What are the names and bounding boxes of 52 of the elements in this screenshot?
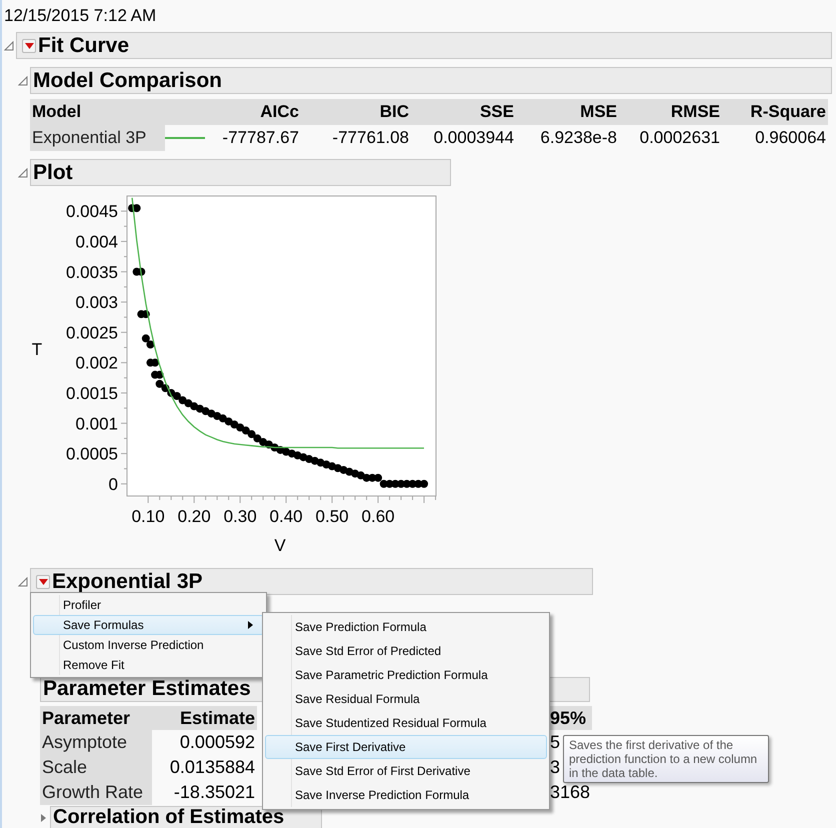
column-header: 95% (548, 706, 592, 730)
section-title: Parameter Estimates (43, 678, 251, 701)
axis-tick-label: 0.60 (362, 507, 395, 526)
section-title: Model Comparison (33, 68, 222, 92)
table-cell: 6.9238e-8 (516, 125, 619, 151)
axis-tick-label: 0.004 (75, 232, 118, 252)
axis-title: T (32, 340, 42, 359)
table-cell: -77761.08 (301, 125, 411, 151)
axis-tick-label: 0.30 (224, 507, 257, 526)
axis-tick-label: 0 (108, 474, 118, 494)
table-cell: 0.0135884 (152, 755, 257, 780)
column-header: BIC (301, 99, 411, 125)
table-cell: 0.0002631 (619, 125, 722, 151)
column-header: MSE (516, 99, 619, 125)
table-cell: 5 (550, 732, 560, 752)
axis-tick-label: 0.0015 (66, 384, 118, 403)
column-header: Estimate (152, 706, 257, 730)
table-cell: Growth Rate (40, 780, 152, 805)
axis-tick-label: 0.0025 (66, 323, 118, 342)
table-cell: 3 (550, 757, 560, 777)
axis-tick-label: 0.10 (132, 507, 165, 526)
axis-title: V (274, 536, 286, 554)
section-title: Correlation of Estimates (53, 807, 284, 828)
axis-tick-label: 0.003 (75, 293, 118, 312)
table-cell: Scale (40, 755, 152, 780)
column-header: RMSE (619, 99, 722, 125)
table-cell: 0.0003944 (411, 125, 516, 151)
axis-tick-label: 0.002 (75, 354, 118, 373)
section-title: Plot (33, 160, 73, 184)
column-header: SSE (411, 99, 516, 125)
table-cell: 0.960064 (722, 125, 828, 151)
timestamp: 12/15/2015 7:12 AM (3, 5, 158, 27)
table-cell: -18.35021 (152, 780, 257, 805)
section-title: Fit Curve (38, 34, 130, 58)
axis-tick-label: 0.50 (316, 507, 349, 526)
table-cell: Exponential 3P (30, 125, 165, 151)
section-title: Exponential 3P (52, 570, 203, 594)
column-header: AICc (205, 99, 301, 125)
table-cell: Asymptote (40, 730, 152, 755)
axis-tick-label: 0.20 (178, 507, 211, 526)
axis-tick-label: 0.0035 (66, 262, 118, 282)
column-header: Model (30, 99, 205, 125)
axis-tick-label: 0.001 (75, 414, 118, 434)
tooltip: Saves the first derivative of the prediction function to a new column in the data table. (563, 735, 769, 783)
axis-tick-label: 0.0045 (66, 202, 118, 222)
table-cell: -77787.67 (205, 125, 301, 151)
table-cell: 3168 (550, 782, 590, 802)
table-cell: 0.000592 (152, 730, 257, 755)
column-header: Parameter (40, 706, 152, 730)
column-header: R-Square (722, 99, 828, 125)
axis-tick-label: 0.40 (270, 507, 303, 526)
axis-tick-label: 0.0005 (66, 444, 118, 464)
